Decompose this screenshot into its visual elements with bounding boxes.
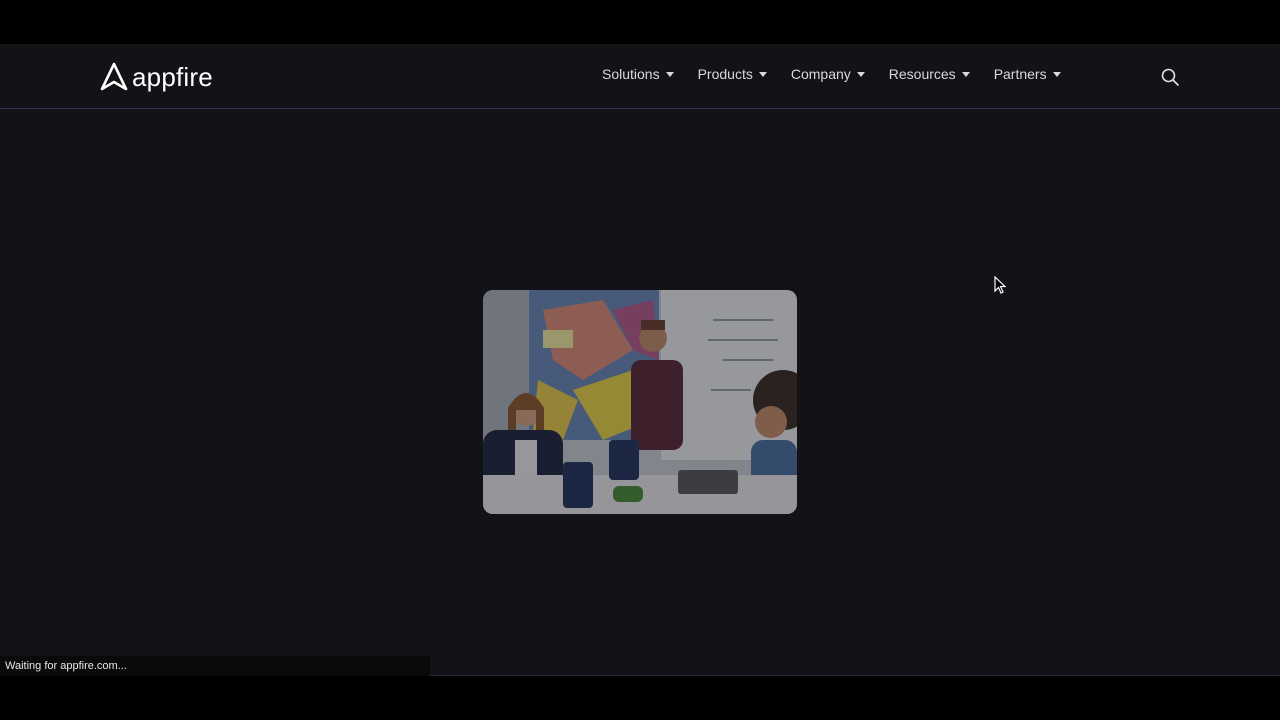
browser-status-bar: Waiting for appfire.com... xyxy=(0,656,430,676)
video-letterbox-top xyxy=(0,0,1280,44)
caret-down-icon xyxy=(961,71,970,77)
search-icon xyxy=(1161,68,1179,86)
caret-down-icon xyxy=(856,71,865,77)
nav-item-solutions[interactable]: Solutions xyxy=(602,66,674,82)
appfire-logo-link[interactable]: appfire xyxy=(100,62,213,92)
webpage: appfire Solutions Products Company Resou… xyxy=(0,44,1280,676)
search-button[interactable] xyxy=(1160,67,1180,87)
site-header: appfire Solutions Products Company Resou… xyxy=(0,44,1280,109)
nav-item-partners[interactable]: Partners xyxy=(994,66,1061,82)
brand-name: appfire xyxy=(132,62,213,92)
nav-item-company[interactable]: Company xyxy=(791,66,865,82)
caret-down-icon xyxy=(1052,71,1061,77)
nav-item-label: Solutions xyxy=(602,66,660,82)
mouse-cursor-icon xyxy=(994,276,1006,294)
caret-down-icon xyxy=(758,71,767,77)
nav-item-label: Partners xyxy=(993,66,1047,82)
photo-illustration xyxy=(483,290,797,514)
nav-item-label: Products xyxy=(697,66,753,82)
team-meeting-photo xyxy=(483,290,797,514)
nav-item-label: Resources xyxy=(888,66,956,82)
nav-item-products[interactable]: Products xyxy=(698,66,767,82)
appfire-logo-icon xyxy=(100,62,128,91)
video-letterbox-bottom xyxy=(0,676,1280,720)
main-nav: Solutions Products Company Resources Par… xyxy=(602,66,1085,82)
nav-item-label: Company xyxy=(790,66,851,82)
nav-item-resources[interactable]: Resources xyxy=(889,66,970,82)
caret-down-icon xyxy=(665,71,674,77)
